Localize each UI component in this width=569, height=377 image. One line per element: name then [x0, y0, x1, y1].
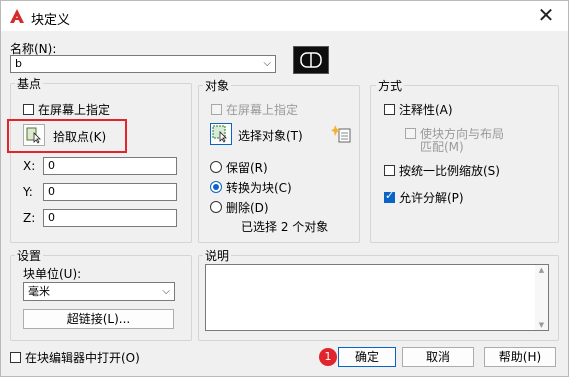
scale-uniformly-checkbox[interactable] [384, 165, 395, 176]
objects-specify-on-screen-checkbox[interactable] [211, 104, 222, 115]
description-textarea[interactable]: ▲ ▼ [205, 264, 549, 331]
match-orientation-label-2: 匹配(M) [420, 140, 464, 154]
block-unit-label: 块单位(U): [23, 267, 82, 281]
description-scrollbar[interactable]: ▲ ▼ [535, 265, 548, 330]
pick-point-label: 拾取点(K) [53, 130, 107, 144]
block-preview [293, 46, 329, 74]
quick-select-icon [331, 125, 351, 143]
close-button[interactable]: ✕ [534, 4, 558, 28]
z-value: 0 [48, 211, 55, 224]
retain-radio[interactable] [210, 161, 222, 173]
selected-count: 已选择 2 个对象 [241, 220, 329, 234]
window-title: 块定义 [31, 13, 71, 28]
base-specify-on-screen-checkbox[interactable] [23, 104, 34, 115]
match-orientation-checkbox[interactable] [405, 128, 416, 139]
settings-label: 设置 [15, 247, 44, 264]
delete-radio[interactable] [210, 201, 222, 213]
cancel-button[interactable]: 取消 [402, 347, 474, 367]
description-label: 说明 [203, 247, 232, 264]
title-bar: 块定义 ✕ [1, 1, 568, 31]
retain-label: 保留(R) [226, 161, 268, 175]
hyperlink-button[interactable]: 超链接(L)... [23, 309, 174, 329]
pick-point-icon [26, 127, 41, 144]
x-value: 0 [48, 159, 55, 172]
scroll-down-icon[interactable]: ▼ [535, 320, 548, 330]
z-label: Z: [23, 211, 36, 225]
step-badge: 1 [319, 348, 337, 366]
y-label: Y: [23, 185, 33, 199]
convert-to-block-radio[interactable] [210, 181, 222, 193]
name-combo[interactable]: b ⌵ [10, 55, 276, 73]
base-point-label: 基点 [15, 75, 44, 92]
autocad-logo-icon [10, 9, 24, 23]
y-value: 0 [48, 185, 55, 198]
open-in-editor-checkbox[interactable] [10, 352, 21, 363]
chevron-down-icon: ⌵ [162, 286, 170, 297]
chevron-down-icon: ⌵ [263, 58, 271, 69]
convert-to-block-label: 转换为块(C) [226, 181, 292, 195]
annotative-checkbox[interactable] [384, 104, 395, 115]
pick-point-button[interactable] [23, 124, 45, 146]
x-field[interactable]: 0 [43, 157, 177, 175]
allow-exploding-label: 允许分解(P) [399, 191, 464, 205]
scale-uniformly-label: 按统一比例缩放(S) [399, 164, 500, 178]
name-value: b [15, 57, 22, 70]
objects-specify-on-screen-label: 在屏幕上指定 [226, 103, 299, 117]
block-definition-dialog: 块定义 ✕ 名称(N): b ⌵ 基点 在屏幕上指定 拾取点(K) X: 0 Y… [0, 0, 569, 377]
base-specify-on-screen-label: 在屏幕上指定 [38, 103, 111, 117]
help-button[interactable]: 帮助(H) [484, 347, 556, 367]
scroll-up-icon[interactable]: ▲ [535, 265, 548, 275]
x-label: X: [23, 159, 36, 173]
objects-label: 对象 [203, 77, 232, 94]
allow-exploding-checkbox[interactable] [384, 189, 395, 203]
select-objects-icon [212, 125, 227, 143]
y-field[interactable]: 0 [43, 183, 177, 201]
quick-select-button[interactable] [331, 123, 353, 145]
block-unit-value: 毫米 [28, 285, 50, 298]
open-in-editor-label: 在块编辑器中打开(O) [25, 351, 140, 365]
block-unit-select[interactable]: 毫米 ⌵ [23, 282, 175, 301]
behavior-label: 方式 [376, 77, 405, 94]
annotative-label: 注释性(A) [399, 103, 453, 117]
ok-button[interactable]: 确定 [338, 347, 396, 367]
delete-label: 删除(D) [226, 201, 269, 215]
block-preview-icon [300, 52, 322, 68]
select-objects-button[interactable] [210, 123, 232, 145]
z-field[interactable]: 0 [43, 209, 177, 227]
select-objects-label: 选择对象(T) [238, 129, 303, 143]
